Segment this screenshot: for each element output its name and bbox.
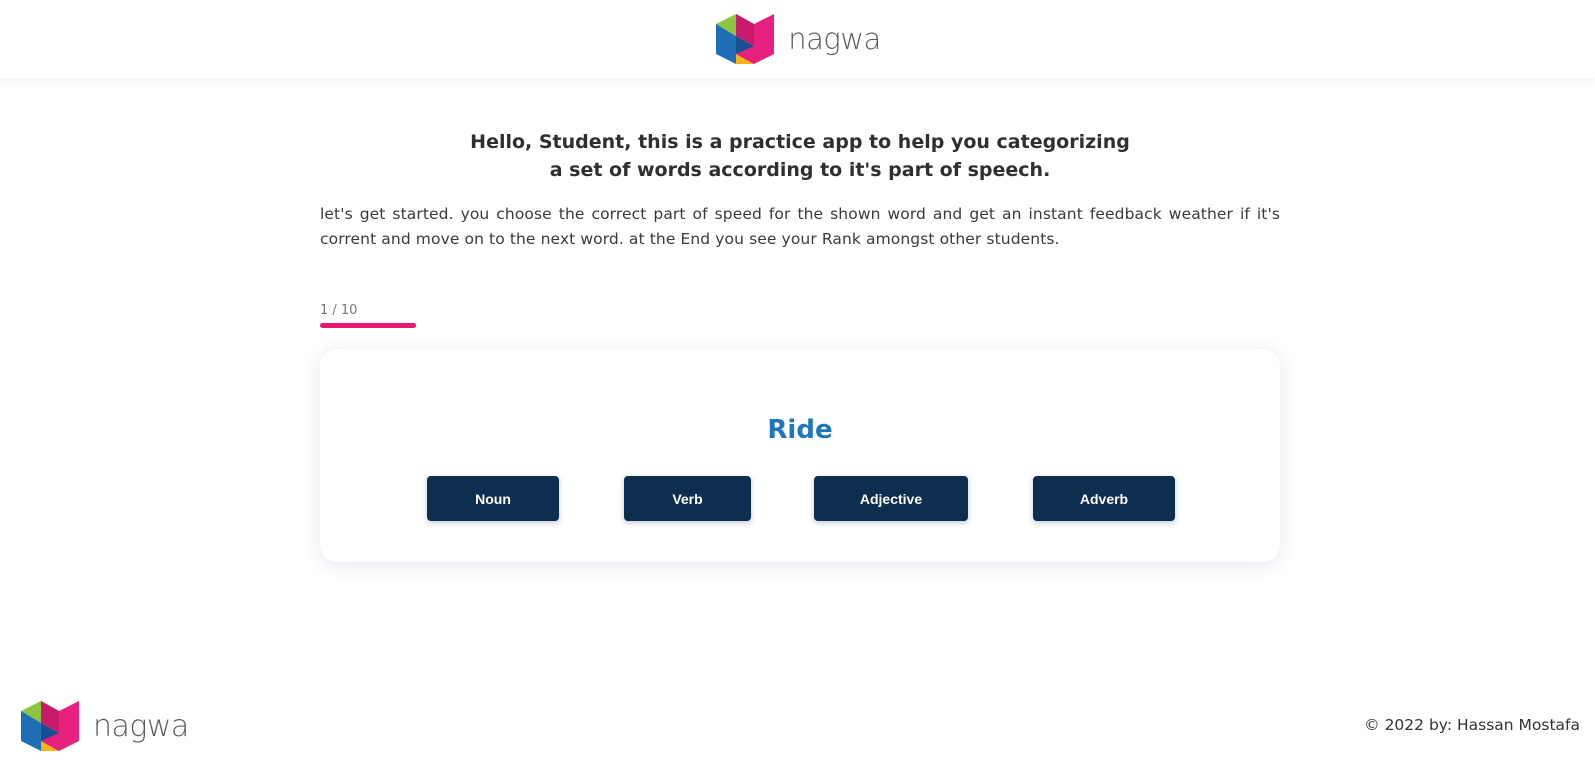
progress-label: 1 / 10 (320, 303, 358, 318)
progress-bar-fill (320, 323, 416, 328)
header-brand-link[interactable]: nagwa (714, 12, 881, 66)
copyright-text: © 2022 by: Hassan Mostafa (1364, 716, 1580, 734)
option-verb-button[interactable]: Verb (624, 476, 751, 521)
nagwa-logo-icon (21, 701, 79, 751)
question-card: Ride Noun Verb Adjective Adverb (320, 349, 1280, 562)
question-word: Ride (767, 415, 833, 445)
footer-brand-name: nagwa (93, 708, 189, 744)
intro-title-line-2: a set of words according to it's part of… (549, 159, 1051, 181)
footer-brand[interactable]: nagwa (19, 699, 189, 753)
option-noun-button[interactable]: Noun (427, 476, 559, 521)
intro-description: let's get started. you choose the correc… (320, 205, 1280, 248)
intro-title-line-1: Hello, Student, this is a practice app t… (470, 131, 1130, 153)
nagwa-logo-icon (716, 14, 775, 64)
option-adverb-button[interactable]: Adverb (1033, 476, 1175, 521)
page: nagwa Hello, Student, this is a practice… (0, 0, 1595, 765)
option-adjective-button[interactable]: Adjective (814, 476, 968, 521)
intro-title: Hello, Student, this is a practice app t… (320, 128, 1280, 184)
progress-bar (320, 323, 1280, 328)
header-brand-name: nagwa (788, 22, 881, 56)
top-header: nagwa (0, 0, 1595, 78)
